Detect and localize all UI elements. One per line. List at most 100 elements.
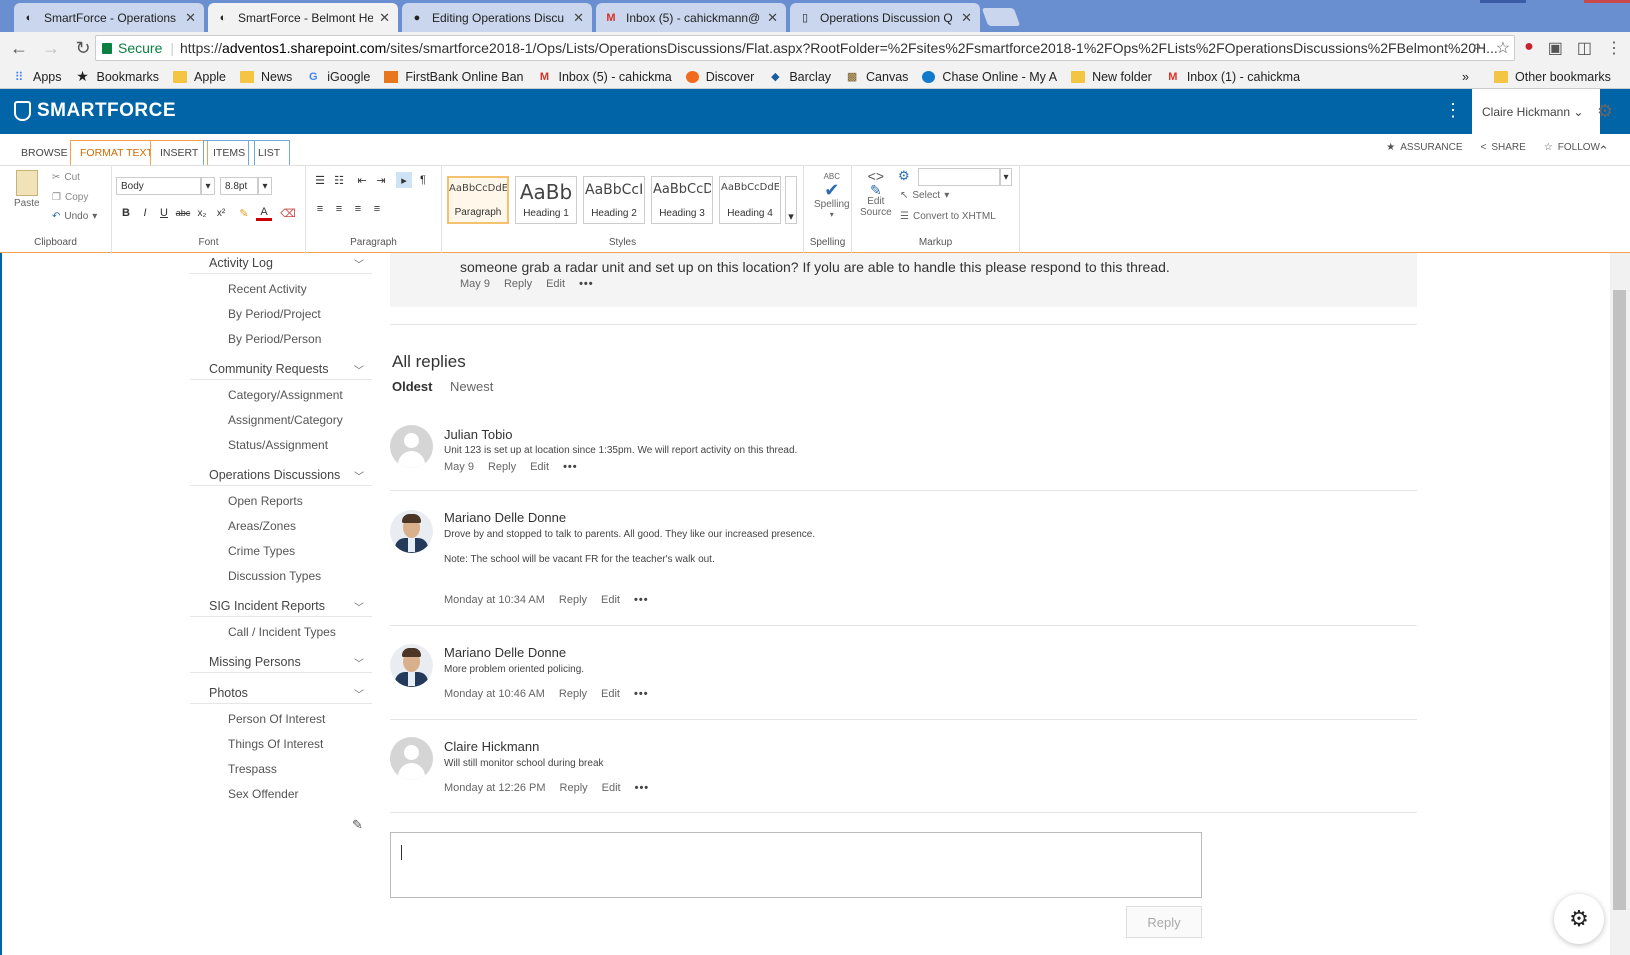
browser-tab[interactable]: ● Editing Operations Discu ✕: [402, 3, 592, 32]
nav-item-crime-types[interactable]: Crime Types: [228, 544, 295, 558]
nav-item-areas-zones[interactable]: Areas/Zones: [228, 519, 296, 533]
reply-author[interactable]: Mariano Delle Donne: [444, 510, 566, 525]
browser-tab[interactable]: ◐ SmartForce - Operations ✕: [14, 3, 204, 32]
bold-button[interactable]: B: [118, 205, 134, 221]
close-icon[interactable]: ✕: [961, 10, 972, 26]
more-icon[interactable]: •••: [563, 461, 578, 473]
close-icon[interactable]: ✕: [767, 10, 778, 26]
rtl-icon[interactable]: ¶: [415, 172, 431, 188]
justify-icon[interactable]: ≡: [369, 201, 385, 217]
edit-link[interactable]: Edit: [601, 594, 620, 606]
close-icon[interactable]: ✕: [573, 10, 584, 26]
bookmark-chase[interactable]: Chase Online - My A: [922, 70, 1057, 84]
forward-arrow-icon[interactable]: →: [38, 36, 64, 62]
puzzle-icon[interactable]: ◫: [1577, 38, 1592, 58]
styles-more-icon[interactable]: ▾: [785, 176, 797, 224]
avatar[interactable]: [390, 425, 433, 468]
bookmark-inbox1[interactable]: M Inbox (1) - cahickma: [1166, 70, 1300, 84]
chevron-down-icon[interactable]: ﹀: [354, 256, 364, 271]
menu-icon[interactable]: ⋮: [1606, 38, 1622, 58]
bookmark-apple[interactable]: Apple: [173, 70, 226, 84]
chevron-down-icon[interactable]: ﹀: [354, 655, 364, 670]
reply-link[interactable]: Reply: [488, 461, 516, 473]
edit-links-icon[interactable]: ✎: [352, 817, 363, 833]
style-heading-4[interactable]: AaBbCcDdE Heading 4: [719, 176, 781, 224]
edit-link[interactable]: Edit: [601, 688, 620, 700]
more-options-icon[interactable]: ⋮: [1444, 100, 1462, 121]
spelling-button[interactable]: ABC ✔ Spelling ▾: [814, 172, 850, 219]
other-bookmarks[interactable]: Other bookmarks: [1494, 70, 1611, 84]
reply-link[interactable]: Reply: [504, 278, 532, 290]
new-tab-button[interactable]: [981, 8, 1021, 26]
numbered-list-icon[interactable]: ☷: [331, 172, 347, 188]
align-right-icon[interactable]: ≡: [350, 201, 366, 217]
secure-indicator[interactable]: Secure: [102, 40, 162, 56]
nav-section-community-requests[interactable]: Community Requests: [209, 362, 329, 376]
nav-item-category-assignment[interactable]: Category/Assignment: [228, 388, 343, 402]
search-icon[interactable]: ⌕: [1473, 38, 1482, 58]
font-size-dropdown[interactable]: ▾: [258, 177, 272, 195]
nav-item-status-assignment[interactable]: Status/Assignment: [228, 438, 328, 452]
bookmark-bookmarks[interactable]: ★ Bookmarks: [76, 68, 159, 84]
nav-item-call-incident-types[interactable]: Call / Incident Types: [228, 625, 336, 639]
nav-item-assignment-category[interactable]: Assignment/Category: [228, 413, 343, 427]
reload-icon[interactable]: ↻: [70, 36, 96, 62]
more-icon[interactable]: •••: [634, 594, 649, 606]
sort-newest[interactable]: Newest: [450, 379, 493, 394]
bookmark-news[interactable]: News: [240, 70, 292, 84]
nav-item-trespass[interactable]: Trespass: [228, 762, 277, 776]
nav-item-sex-offender[interactable]: Sex Offender: [228, 787, 299, 801]
bookmarks-overflow[interactable]: »: [1462, 70, 1469, 84]
nav-section-operations-discussions[interactable]: Operations Discussions: [209, 468, 340, 482]
minimize-button[interactable]: [1480, 0, 1526, 3]
strikethrough-button[interactable]: abc: [175, 205, 191, 221]
align-left-icon[interactable]: ≡: [312, 201, 328, 217]
style-heading-2[interactable]: AaBbCcI Heading 2: [583, 176, 645, 224]
chevron-down-icon[interactable]: ﹀: [354, 362, 364, 377]
smartforce-logo[interactable]: SMARTFORCE: [14, 100, 176, 122]
language-select[interactable]: [918, 168, 1000, 186]
reply-link[interactable]: Reply: [559, 594, 587, 606]
tab-list[interactable]: LIST: [248, 140, 291, 165]
reply-textbox[interactable]: [390, 832, 1202, 898]
avatar[interactable]: [390, 644, 433, 687]
avatar[interactable]: [390, 510, 433, 553]
reply-link[interactable]: Reply: [559, 688, 587, 700]
copy-button[interactable]: ❐ Copy: [52, 192, 88, 203]
language-dropdown[interactable]: ▾: [1000, 168, 1012, 186]
font-family-select[interactable]: Body: [116, 177, 201, 195]
chevron-down-icon[interactable]: ﹀: [354, 468, 364, 483]
nav-item-person-of-interest[interactable]: Person Of Interest: [228, 712, 325, 726]
nav-item-things-of-interest[interactable]: Things Of Interest: [228, 737, 323, 751]
settings-gear-icon[interactable]: ⚙: [1597, 101, 1613, 122]
bookmark-barclay[interactable]: ◆ Barclay: [768, 70, 831, 84]
clear-format-icon[interactable]: ⌫: [280, 205, 296, 221]
superscript-button[interactable]: x²: [213, 205, 229, 221]
more-icon[interactable]: •••: [634, 688, 649, 700]
close-icon[interactable]: ✕: [379, 10, 390, 26]
reply-author[interactable]: Claire Hickmann: [444, 739, 539, 754]
collapse-ribbon-icon[interactable]: ⌃: [1598, 143, 1609, 159]
avatar[interactable]: [390, 737, 433, 780]
share-link[interactable]: < SHARE: [1481, 142, 1526, 153]
style-heading-1[interactable]: AaBb Heading 1: [515, 176, 577, 224]
edit-link[interactable]: Edit: [602, 782, 621, 794]
outdent-icon[interactable]: ⇤: [354, 172, 370, 188]
nav-item-recent-activity[interactable]: Recent Activity: [228, 282, 307, 296]
language-icon[interactable]: ⚙: [898, 168, 910, 184]
scrollbar-thumb[interactable]: [1613, 290, 1626, 910]
bullet-list-icon[interactable]: ☰: [312, 172, 328, 188]
paste-button[interactable]: Paste: [14, 170, 40, 209]
settings-gear-icon[interactable]: ⚙: [1554, 894, 1604, 944]
font-color-icon[interactable]: A: [256, 205, 272, 221]
edit-link[interactable]: Edit: [546, 278, 565, 290]
font-size-select[interactable]: 8.8pt: [220, 177, 258, 195]
highlight-icon[interactable]: ✎: [236, 205, 252, 221]
browser-tab[interactable]: M Inbox (5) - cahickmann@ ✕: [596, 3, 786, 32]
chevron-down-icon[interactable]: ﹀: [354, 599, 364, 614]
more-icon[interactable]: •••: [635, 782, 650, 794]
font-family-dropdown[interactable]: ▾: [201, 177, 215, 195]
assurance-link[interactable]: ★ ASSURANCE: [1386, 142, 1462, 153]
more-icon[interactable]: •••: [579, 278, 594, 290]
follow-link[interactable]: ☆ FOLLOW: [1544, 142, 1600, 153]
